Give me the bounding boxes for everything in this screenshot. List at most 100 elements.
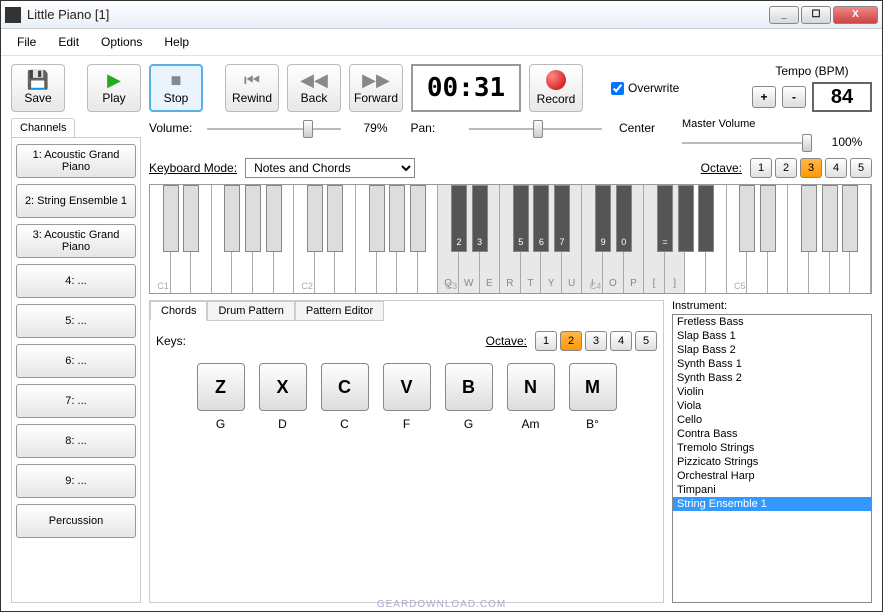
white-key[interactable]: T: [521, 185, 542, 293]
channel-button-4[interactable]: 4: ...: [16, 264, 136, 298]
chord-key-X[interactable]: X: [259, 363, 307, 411]
minimize-button[interactable]: _: [769, 6, 799, 24]
channel-button-7[interactable]: 7: ...: [16, 384, 136, 418]
volume-slider[interactable]: [207, 118, 341, 138]
channel-button-10[interactable]: Percussion: [16, 504, 136, 538]
white-key[interactable]: [191, 185, 212, 293]
chord-key-N[interactable]: N: [507, 363, 555, 411]
instrument-item[interactable]: Violin: [673, 385, 871, 399]
channel-button-8[interactable]: 8: ...: [16, 424, 136, 458]
save-button[interactable]: 💾Save: [11, 64, 65, 112]
channel-button-2[interactable]: 2: String Ensemble 1: [16, 184, 136, 218]
white-key[interactable]: Q: [438, 185, 459, 293]
octave-button-4[interactable]: 4: [610, 331, 632, 351]
white-key[interactable]: [830, 185, 851, 293]
channel-button-6[interactable]: 6: ...: [16, 344, 136, 378]
overwrite-checkbox[interactable]: Overwrite: [611, 81, 679, 95]
white-key[interactable]: [253, 185, 274, 293]
white-key[interactable]: [: [644, 185, 665, 293]
chord-key-Z[interactable]: Z: [197, 363, 245, 411]
white-key[interactable]: [377, 185, 398, 293]
instrument-item[interactable]: Contra Bass: [673, 427, 871, 441]
piano-keyboard[interactable]: QWERTYUIOP[] 2356790= C1 C2 C3 C4 C5: [149, 184, 872, 294]
white-key[interactable]: [809, 185, 830, 293]
octave-button-2[interactable]: 2: [560, 331, 582, 351]
white-key[interactable]: [418, 185, 439, 293]
white-key[interactable]: [232, 185, 253, 293]
instrument-item[interactable]: Fretless Bass: [673, 315, 871, 329]
channel-button-1[interactable]: 1: Acoustic Grand Piano: [16, 144, 136, 178]
white-key[interactable]: O: [603, 185, 624, 293]
white-key[interactable]: U: [562, 185, 583, 293]
menu-edit[interactable]: Edit: [54, 33, 83, 51]
maximize-button[interactable]: ☐: [801, 6, 831, 24]
play-button[interactable]: ▶Play: [87, 64, 141, 112]
tempo-minus-button[interactable]: -: [782, 86, 806, 108]
white-key[interactable]: [294, 185, 315, 293]
back-button[interactable]: ◀◀Back: [287, 64, 341, 112]
instrument-item[interactable]: Orchestral Harp: [673, 469, 871, 483]
chord-key-B[interactable]: B: [445, 363, 493, 411]
white-key[interactable]: ]: [665, 185, 686, 293]
instrument-item[interactable]: Slap Bass 1: [673, 329, 871, 343]
white-key[interactable]: P: [624, 185, 645, 293]
white-key[interactable]: [274, 185, 295, 293]
white-key[interactable]: [171, 185, 192, 293]
white-key[interactable]: [150, 185, 171, 293]
instrument-item[interactable]: Synth Bass 1: [673, 357, 871, 371]
tab-chords[interactable]: Chords: [150, 301, 207, 321]
white-key[interactable]: [788, 185, 809, 293]
close-button[interactable]: X: [833, 6, 878, 24]
instrument-item[interactable]: Synth Bass 2: [673, 371, 871, 385]
octave-button-2[interactable]: 2: [775, 158, 797, 178]
white-key[interactable]: [685, 185, 706, 293]
white-key[interactable]: [747, 185, 768, 293]
white-key[interactable]: R: [500, 185, 521, 293]
white-key[interactable]: [315, 185, 336, 293]
white-key[interactable]: [212, 185, 233, 293]
white-key[interactable]: Y: [541, 185, 562, 293]
instrument-item[interactable]: Slap Bass 2: [673, 343, 871, 357]
channel-button-5[interactable]: 5: ...: [16, 304, 136, 338]
octave-button-1[interactable]: 1: [535, 331, 557, 351]
instrument-item[interactable]: Viola: [673, 399, 871, 413]
white-key[interactable]: [397, 185, 418, 293]
chord-key-V[interactable]: V: [383, 363, 431, 411]
tempo-plus-button[interactable]: +: [752, 86, 776, 108]
channel-button-9[interactable]: 9: ...: [16, 464, 136, 498]
chord-key-C[interactable]: C: [321, 363, 369, 411]
white-key[interactable]: [356, 185, 377, 293]
instrument-item[interactable]: String Ensemble 1: [673, 497, 871, 511]
octave-button-5[interactable]: 5: [635, 331, 657, 351]
instrument-item[interactable]: Cello: [673, 413, 871, 427]
menu-help[interactable]: Help: [160, 33, 193, 51]
record-button[interactable]: Record: [529, 64, 583, 112]
octave-button-5[interactable]: 5: [850, 158, 872, 178]
menu-file[interactable]: File: [13, 33, 40, 51]
keyboard-mode-select[interactable]: Notes and Chords: [245, 158, 415, 178]
white-key[interactable]: [335, 185, 356, 293]
instrument-item[interactable]: Timpani: [673, 483, 871, 497]
channels-tab[interactable]: Channels: [11, 118, 75, 137]
white-key[interactable]: [706, 185, 727, 293]
white-key[interactable]: [768, 185, 789, 293]
white-key[interactable]: W: [459, 185, 480, 293]
rewind-button[interactable]: ⏮Rewind: [225, 64, 279, 112]
octave-button-3[interactable]: 3: [585, 331, 607, 351]
instrument-list[interactable]: Fretless BassSlap Bass 1Slap Bass 2Synth…: [672, 314, 872, 603]
white-key[interactable]: [850, 185, 871, 293]
master-volume-slider[interactable]: [682, 132, 812, 152]
white-key[interactable]: I: [582, 185, 603, 293]
pan-slider[interactable]: [469, 118, 603, 138]
octave-button-3[interactable]: 3: [800, 158, 822, 178]
octave-button-1[interactable]: 1: [750, 158, 772, 178]
white-key[interactable]: E: [480, 185, 501, 293]
menu-options[interactable]: Options: [97, 33, 146, 51]
stop-button[interactable]: ■Stop: [149, 64, 203, 112]
forward-button[interactable]: ▶▶Forward: [349, 64, 403, 112]
white-key[interactable]: [727, 185, 748, 293]
octave-button-4[interactable]: 4: [825, 158, 847, 178]
instrument-item[interactable]: Tremolo Strings: [673, 441, 871, 455]
chord-key-M[interactable]: M: [569, 363, 617, 411]
instrument-item[interactable]: Pizzicato Strings: [673, 455, 871, 469]
